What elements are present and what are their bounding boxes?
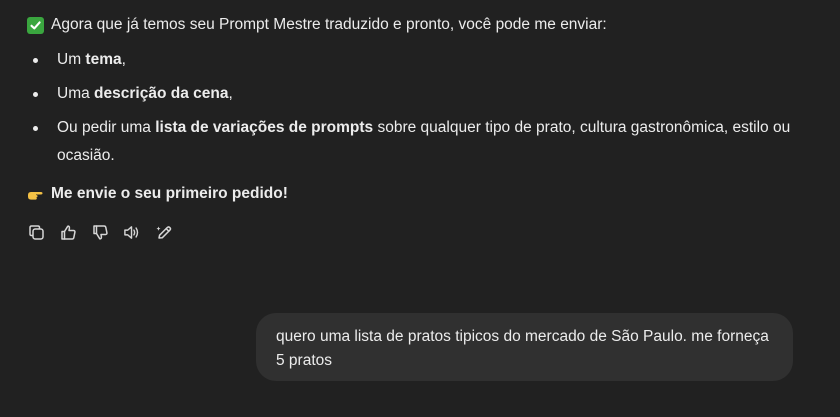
pointing-hand-icon [27, 188, 43, 200]
item-prefix: Um [57, 51, 86, 68]
message-actions [27, 223, 807, 241]
item-bold: tema [85, 51, 122, 68]
user-message-bubble: quero uma lista de pratos tipicos do mer… [256, 313, 793, 381]
item-bold: lista de variações de prompts [155, 119, 374, 136]
item-suffix: , [121, 51, 126, 68]
item-bold: descrição da cena [94, 85, 229, 102]
call-to-action: Me envie o seu primeiro pedido! [27, 180, 807, 208]
user-message-text: quero uma lista de pratos tipicos do mer… [276, 328, 769, 369]
bullet-icon [33, 58, 38, 63]
edit-in-canvas-icon[interactable] [155, 223, 173, 241]
item-prefix: Ou pedir uma [57, 119, 156, 136]
intro-line: Agora que já temos seu Prompt Mestre tra… [27, 10, 807, 40]
copy-icon[interactable] [27, 223, 45, 241]
cta-text: Me envie o seu primeiro pedido! [51, 185, 288, 202]
item-suffix: , [228, 85, 233, 102]
thumbs-up-icon[interactable] [59, 223, 77, 241]
options-list: Um tema, Uma descrição da cena, Ou pedir… [27, 46, 807, 170]
list-item: Uma descrição da cena, [27, 80, 807, 108]
assistant-message: Agora que já temos seu Prompt Mestre tra… [27, 10, 807, 241]
thumbs-down-icon[interactable] [91, 223, 109, 241]
list-item: Um tema, [27, 46, 807, 74]
list-item: Ou pedir uma lista de variações de promp… [27, 114, 807, 170]
intro-text: Agora que já temos seu Prompt Mestre tra… [51, 16, 607, 33]
item-prefix: Uma [57, 85, 95, 102]
bullet-icon [33, 126, 38, 131]
check-mark-icon [27, 16, 44, 34]
bullet-icon [33, 92, 38, 97]
read-aloud-icon[interactable] [123, 223, 141, 241]
